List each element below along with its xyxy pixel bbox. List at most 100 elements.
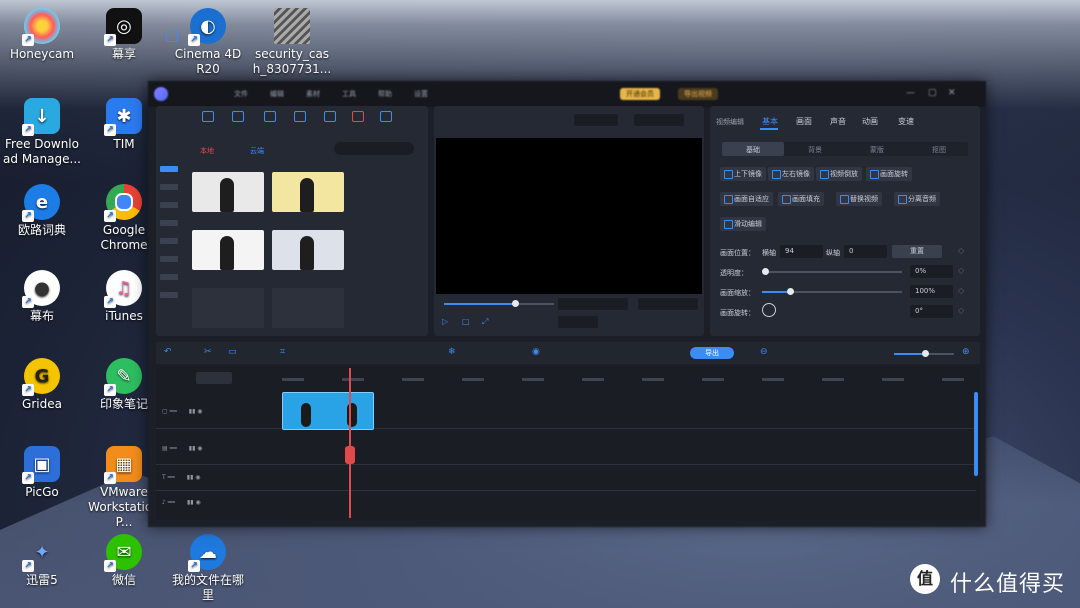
flip-vertical-button[interactable]: 上下镜像 — [720, 167, 766, 181]
subtab-keying[interactable]: 抠图 — [932, 145, 946, 155]
subtab-mask[interactable]: 蒙版 — [870, 145, 884, 155]
desktop-icon-security-cash[interactable]: security_cas h_8307731... — [250, 8, 334, 77]
maximize-icon[interactable]: ▢ — [928, 88, 937, 98]
reset-button[interactable]: 重置 — [892, 245, 942, 258]
freeze-icon[interactable]: ❄ — [448, 347, 456, 357]
media-category-6[interactable] — [160, 256, 178, 262]
y-position-input[interactable]: 0 — [844, 245, 887, 258]
slide-edit-button[interactable]: 滑动编辑 — [720, 217, 766, 231]
opacity-knob[interactable] — [762, 268, 769, 275]
x-position-input[interactable]: 94 — [780, 245, 823, 258]
media-search-input[interactable] — [334, 142, 414, 155]
tab-basic[interactable]: 基本 — [762, 116, 778, 127]
menu-media[interactable]: 素材 — [306, 89, 320, 99]
tab-animation[interactable]: 动画 — [862, 116, 878, 127]
rotate-picture-button[interactable]: 画面旋转 — [866, 167, 912, 181]
desktop-icon-eudic[interactable]: e ↗ 欧路词典 — [0, 184, 84, 238]
tool-tab-media[interactable] — [160, 30, 184, 52]
desktop-icon-muxiang[interactable]: ◎ ↗ 幕享 — [82, 8, 166, 62]
scale-slider[interactable] — [762, 288, 902, 295]
flip-horizontal-button[interactable]: 左右镜像 — [768, 167, 814, 181]
timeline-zoom-knob[interactable] — [922, 350, 929, 357]
keyframe-icon[interactable]: ◇ — [958, 306, 964, 315]
tool-tab-text[interactable] — [226, 110, 250, 132]
preview-progress-slider[interactable] — [444, 300, 554, 307]
tool-tab-filter[interactable] — [346, 110, 370, 132]
record-icon[interactable]: ◉ — [532, 347, 540, 357]
keyframe-icon[interactable]: ◇ — [958, 266, 964, 275]
preview-ratio-select[interactable] — [574, 114, 618, 126]
menu-tools[interactable]: 工具 — [342, 89, 356, 99]
reverse-video-button[interactable]: 视频倒放 — [816, 167, 862, 181]
scale-knob[interactable] — [787, 288, 794, 295]
timeline-scrollbar[interactable] — [974, 392, 978, 476]
preview-canvas[interactable] — [436, 138, 702, 294]
crop-icon[interactable]: ⌗ — [280, 347, 285, 357]
desktop-icon-mubu[interactable]: ● ↗ 幕布 — [0, 270, 84, 324]
replace-video-button[interactable]: 替换视频 — [836, 192, 882, 206]
playhead[interactable] — [349, 368, 351, 518]
menu-settings[interactable]: 设置 — [414, 89, 428, 99]
vip-button[interactable]: 开通会员 — [620, 88, 660, 100]
media-thumbnail[interactable] — [192, 172, 264, 212]
opacity-input[interactable]: 0% — [910, 265, 953, 278]
tab-sound[interactable]: 声音 — [830, 116, 846, 127]
zoom-in-icon[interactable]: ⊕ — [962, 347, 970, 357]
opacity-slider[interactable] — [762, 268, 902, 275]
tab-speed[interactable]: 变速 — [898, 116, 914, 127]
media-category-5[interactable] — [160, 238, 178, 244]
subtab-background[interactable]: 背景 — [808, 145, 822, 155]
menu-help[interactable]: 帮助 — [378, 89, 392, 99]
rotation-dial[interactable] — [762, 303, 776, 317]
video-clip[interactable] — [282, 392, 374, 430]
delete-icon[interactable]: ▭ — [228, 347, 237, 357]
tool-tab-audio[interactable] — [196, 110, 220, 132]
stop-icon[interactable]: □ — [462, 317, 470, 326]
playhead-handle[interactable] — [345, 446, 355, 464]
preview-progress-knob[interactable] — [512, 300, 519, 307]
tool-tab-transition[interactable] — [318, 110, 342, 132]
media-thumbnail[interactable] — [272, 230, 344, 270]
fullscreen-icon[interactable]: ⤢ — [482, 317, 488, 327]
desktop-icon-free-download-manager[interactable]: ↓ ↗ Free Downlo ad Manage... — [0, 98, 84, 167]
export-button[interactable]: 导出 — [690, 347, 734, 359]
media-tab-cloud[interactable]: 云端 — [250, 146, 264, 156]
undo-icon[interactable]: ↶ — [164, 347, 172, 357]
split-icon[interactable]: ✂ — [204, 347, 212, 357]
desktop-icon-thunder[interactable]: ✦ ↗ 迅雷5 — [0, 534, 84, 588]
separate-audio-button[interactable]: 分离音频 — [894, 192, 940, 206]
rotate-input[interactable]: 0° — [910, 305, 953, 318]
menu-edit[interactable]: 编辑 — [270, 89, 284, 99]
media-category-4[interactable] — [160, 220, 178, 226]
media-thumbnail[interactable] — [192, 230, 264, 270]
media-tab-local[interactable]: 本地 — [200, 146, 214, 156]
close-icon[interactable]: ✕ — [948, 88, 956, 98]
media-category-2[interactable] — [160, 184, 178, 190]
media-category-3[interactable] — [160, 202, 178, 208]
desktop-icon-my-files[interactable]: ☁ ↗ 我的文件在哪 里 — [166, 534, 250, 603]
tool-tab-template[interactable] — [374, 110, 398, 132]
desktop-icon-wechat[interactable]: ✉ ↗ 微信 — [82, 534, 166, 588]
auto-fit-button[interactable]: 画面自适应 — [720, 192, 773, 206]
play-icon[interactable]: ▷ — [442, 317, 448, 326]
tool-tab-effect[interactable] — [288, 110, 312, 132]
desktop-icon-picgo[interactable]: ▣ ↗ PicGo — [0, 446, 84, 500]
subtab-base[interactable]: 基础 — [746, 145, 760, 155]
tab-picture[interactable]: 画面 — [796, 116, 812, 127]
media-category-1[interactable] — [160, 166, 178, 172]
export-top-button[interactable]: 导出视频 — [678, 88, 718, 100]
preview-zoom-select[interactable] — [634, 114, 684, 126]
track-settings-button[interactable] — [196, 372, 232, 384]
media-thumbnail[interactable] — [272, 172, 344, 212]
keyframe-icon[interactable]: ◇ — [958, 286, 964, 295]
zoom-out-icon[interactable]: ⊖ — [760, 347, 768, 357]
desktop-icon-honeycam[interactable]: ↗ Honeycam — [0, 8, 84, 62]
media-category-7[interactable] — [160, 274, 178, 280]
scale-input[interactable]: 100% — [910, 285, 953, 298]
keyframe-icon[interactable]: ◇ — [958, 246, 964, 255]
timeline-zoom-slider[interactable] — [894, 350, 954, 357]
desktop-icon-gridea[interactable]: G ↗ Gridea — [0, 358, 84, 412]
tool-tab-sticker[interactable] — [258, 110, 282, 132]
preview-quality-select[interactable] — [558, 316, 598, 328]
fill-picture-button[interactable]: 画面填充 — [778, 192, 824, 206]
